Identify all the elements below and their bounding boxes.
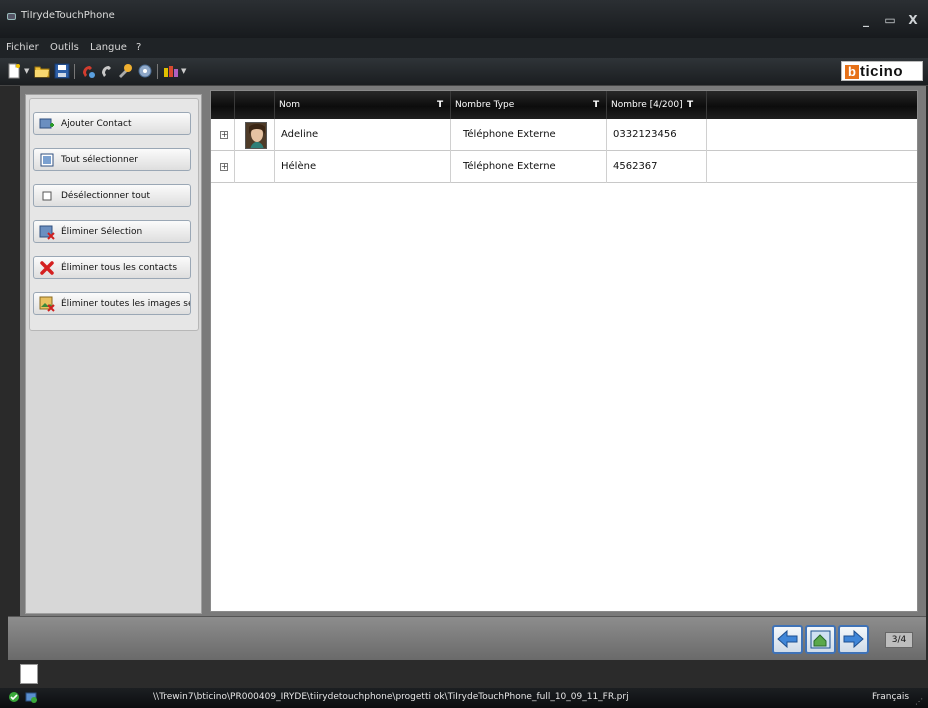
delete-images-icon	[39, 296, 55, 312]
column-number-label: Nombre [4/200]	[611, 100, 683, 110]
column-type[interactable]: Nombre Type T	[451, 91, 607, 119]
expand-icon[interactable]: +	[220, 163, 228, 171]
delete-all-contacts-button[interactable]: Éliminer tous les contacts	[33, 256, 191, 279]
filter-icon[interactable]: T	[687, 100, 693, 110]
tools-icon[interactable]	[117, 63, 133, 79]
delete-all-images-button[interactable]: Éliminer toutes les images sélec	[33, 292, 191, 315]
menu-fichier[interactable]: Fichier	[6, 42, 39, 53]
contact-photo	[245, 122, 267, 149]
column-photo	[235, 91, 275, 119]
resize-grip-icon[interactable]: ⋰	[915, 697, 923, 706]
connection-status-icon	[25, 692, 37, 703]
save-icon[interactable]	[54, 63, 70, 79]
home-icon	[810, 630, 831, 649]
page-indicator: 3/4	[885, 632, 913, 648]
column-nom[interactable]: Nom T	[275, 91, 451, 119]
maximize-button[interactable]: ▭	[882, 14, 898, 28]
filter-icon[interactable]: T	[593, 100, 599, 110]
add-contact-button[interactable]: Ajouter Contact	[33, 112, 191, 135]
type-cell: Téléphone Externe	[451, 119, 607, 151]
palette-icon[interactable]	[163, 63, 179, 79]
filter-icon[interactable]: T	[437, 100, 443, 110]
contact-number: 0332123456	[613, 129, 677, 140]
logo-text: ticino	[860, 63, 903, 80]
photo-cell	[235, 119, 275, 151]
menu-bar: Fichier Outils Langue ?	[0, 38, 928, 58]
checkbox-icon	[39, 188, 55, 204]
contacts-grid: Nom T Nombre Type T Nombre [4/200] T + A…	[210, 90, 918, 612]
preview-box	[20, 664, 38, 684]
name-cell: Adeline	[275, 119, 451, 151]
phone-upload-icon[interactable]	[80, 63, 96, 79]
window-title: TiIrydeTouchPhone	[21, 10, 115, 21]
type-cell: Téléphone Externe	[451, 151, 607, 183]
settings-icon[interactable]	[137, 63, 153, 79]
back-arrow-icon	[777, 629, 798, 649]
add-contact-icon	[39, 116, 55, 132]
app-icon	[7, 13, 16, 20]
column-number[interactable]: Nombre [4/200] T	[607, 91, 707, 119]
check-status-icon	[9, 692, 19, 702]
select-all-icon	[39, 152, 55, 168]
menu-outils[interactable]: Outils	[50, 42, 79, 53]
new-file-icon[interactable]	[6, 63, 22, 79]
column-nom-label: Nom	[279, 100, 301, 110]
menu-help[interactable]: ?	[136, 42, 141, 53]
deselect-all-label: Désélectionner tout	[61, 190, 150, 201]
column-expand	[211, 91, 235, 119]
delete-selection-button[interactable]: Éliminer Sélection	[33, 220, 191, 243]
logo-letter: b	[845, 65, 859, 79]
contact-name: Hélène	[281, 161, 317, 172]
photo-cell	[235, 151, 275, 183]
open-folder-icon[interactable]	[34, 63, 50, 79]
deselect-all-button[interactable]: Désélectionner tout	[33, 184, 191, 207]
new-dropdown-icon[interactable]: ▼	[24, 67, 29, 75]
contact-number: 4562367	[613, 161, 658, 172]
grid-header: Nom T Nombre Type T Nombre [4/200] T	[211, 91, 917, 119]
delete-selection-label: Éliminer Sélection	[61, 226, 143, 237]
minimize-button[interactable]: _	[858, 14, 874, 28]
language-indicator[interactable]: Français	[872, 692, 909, 702]
home-button[interactable]	[805, 625, 836, 654]
add-contact-label: Ajouter Contact	[61, 118, 132, 129]
expander-cell: +	[211, 151, 235, 183]
delete-all-images-label: Éliminer toutes les images sélec	[61, 298, 190, 309]
menu-langue[interactable]: Langue	[90, 42, 127, 53]
close-button[interactable]: X	[905, 14, 921, 28]
back-button[interactable]	[772, 625, 803, 654]
contact-type: Téléphone Externe	[463, 129, 556, 140]
title-bar: TiIrydeTouchPhone _ ▭ X	[0, 0, 928, 38]
expand-icon[interactable]: +	[220, 131, 228, 139]
column-type-label: Nombre Type	[455, 100, 515, 110]
number-cell: 0332123456	[607, 119, 707, 151]
number-cell: 4562367	[607, 151, 707, 183]
bottom-strip	[0, 660, 928, 688]
palette-dropdown-icon[interactable]: ▼	[181, 67, 186, 75]
contact-name: Adeline	[281, 129, 319, 140]
contact-type: Téléphone Externe	[463, 161, 556, 172]
delete-all-contacts-label: Éliminer tous les contacts	[61, 262, 178, 273]
project-path: \\Trewin7\bticino\PR000409_IRYDE\tiiryde…	[153, 692, 629, 702]
bticino-logo: b ticino	[841, 61, 923, 81]
forward-button[interactable]	[838, 625, 869, 654]
forward-arrow-icon	[843, 629, 864, 649]
toolbar-separator	[74, 64, 75, 79]
select-all-button[interactable]: Tout sélectionner	[33, 148, 191, 171]
select-all-label: Tout sélectionner	[61, 154, 138, 165]
delete-selection-icon	[39, 224, 55, 240]
phone-download-icon[interactable]	[99, 63, 115, 79]
expander-cell: +	[211, 119, 235, 151]
table-row[interactable]: + Adeline Téléphone Externe 0332123456	[211, 119, 917, 151]
toolbar: ▼ ▼	[0, 58, 928, 86]
column-extra	[707, 91, 917, 119]
status-bar: \\Trewin7\bticino\PR000409_IRYDE\tiiryde…	[0, 688, 928, 708]
table-row[interactable]: + Hélène Téléphone Externe 4562367	[211, 151, 917, 183]
name-cell: Hélène	[275, 151, 451, 183]
red-x-icon	[39, 260, 55, 276]
toolbar-separator	[157, 64, 158, 79]
